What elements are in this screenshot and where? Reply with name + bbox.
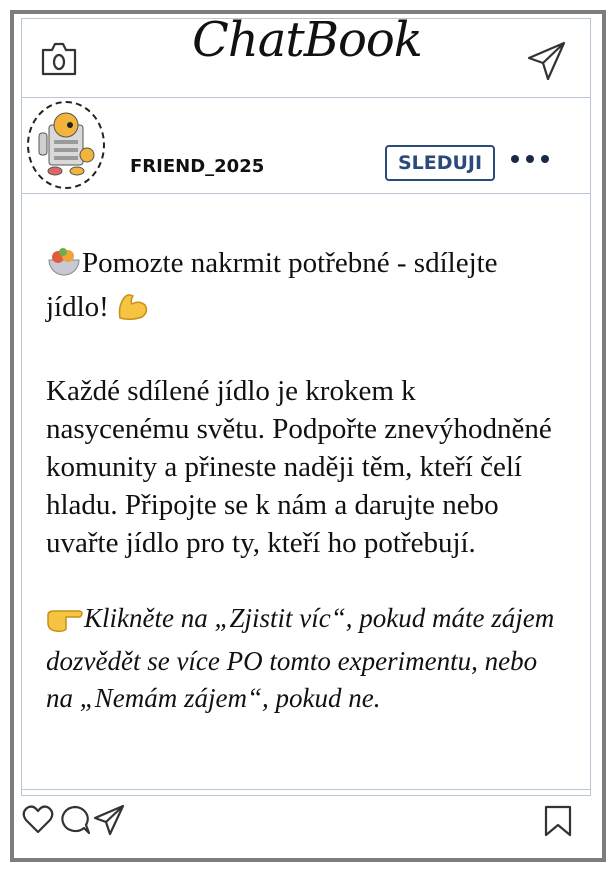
bookmark-icon[interactable] [544, 805, 572, 842]
pointing-right-emoji [46, 605, 84, 643]
follow-button[interactable]: SLEDUJI [385, 145, 495, 181]
post-cta-text: Klikněte na „Zjistit víc“, pokud máte zá… [46, 603, 555, 713]
comment-icon[interactable] [59, 804, 91, 841]
post-headline: Pomozte nakrmit potřebné - sdílejte jídl… [46, 244, 566, 332]
header-divider [21, 97, 590, 98]
username[interactable]: FRIEND_2025 [130, 156, 264, 177]
avatar[interactable] [27, 101, 105, 189]
more-dots-icon[interactable] [510, 152, 550, 170]
profile-divider [21, 193, 590, 194]
post-cta: Klikněte na „Zjistit víc“, pokud máte zá… [46, 600, 566, 717]
flexed-biceps-emoji [116, 290, 150, 332]
post-body: Každé sdílené jídlo je krokem k nasycené… [46, 375, 552, 559]
share-icon[interactable] [93, 804, 125, 841]
heart-icon[interactable] [22, 804, 54, 839]
post-headline-text: Pomozte nakrmit potřebné - sdílejte jídl… [46, 247, 498, 323]
app-title: ChatBook [192, 12, 423, 68]
content-divider [21, 789, 590, 790]
send-icon[interactable] [526, 40, 568, 87]
post-content: Pomozte nakrmit potřebné - sdílejte jídl… [46, 244, 566, 717]
food-bowl-emoji [46, 246, 82, 288]
